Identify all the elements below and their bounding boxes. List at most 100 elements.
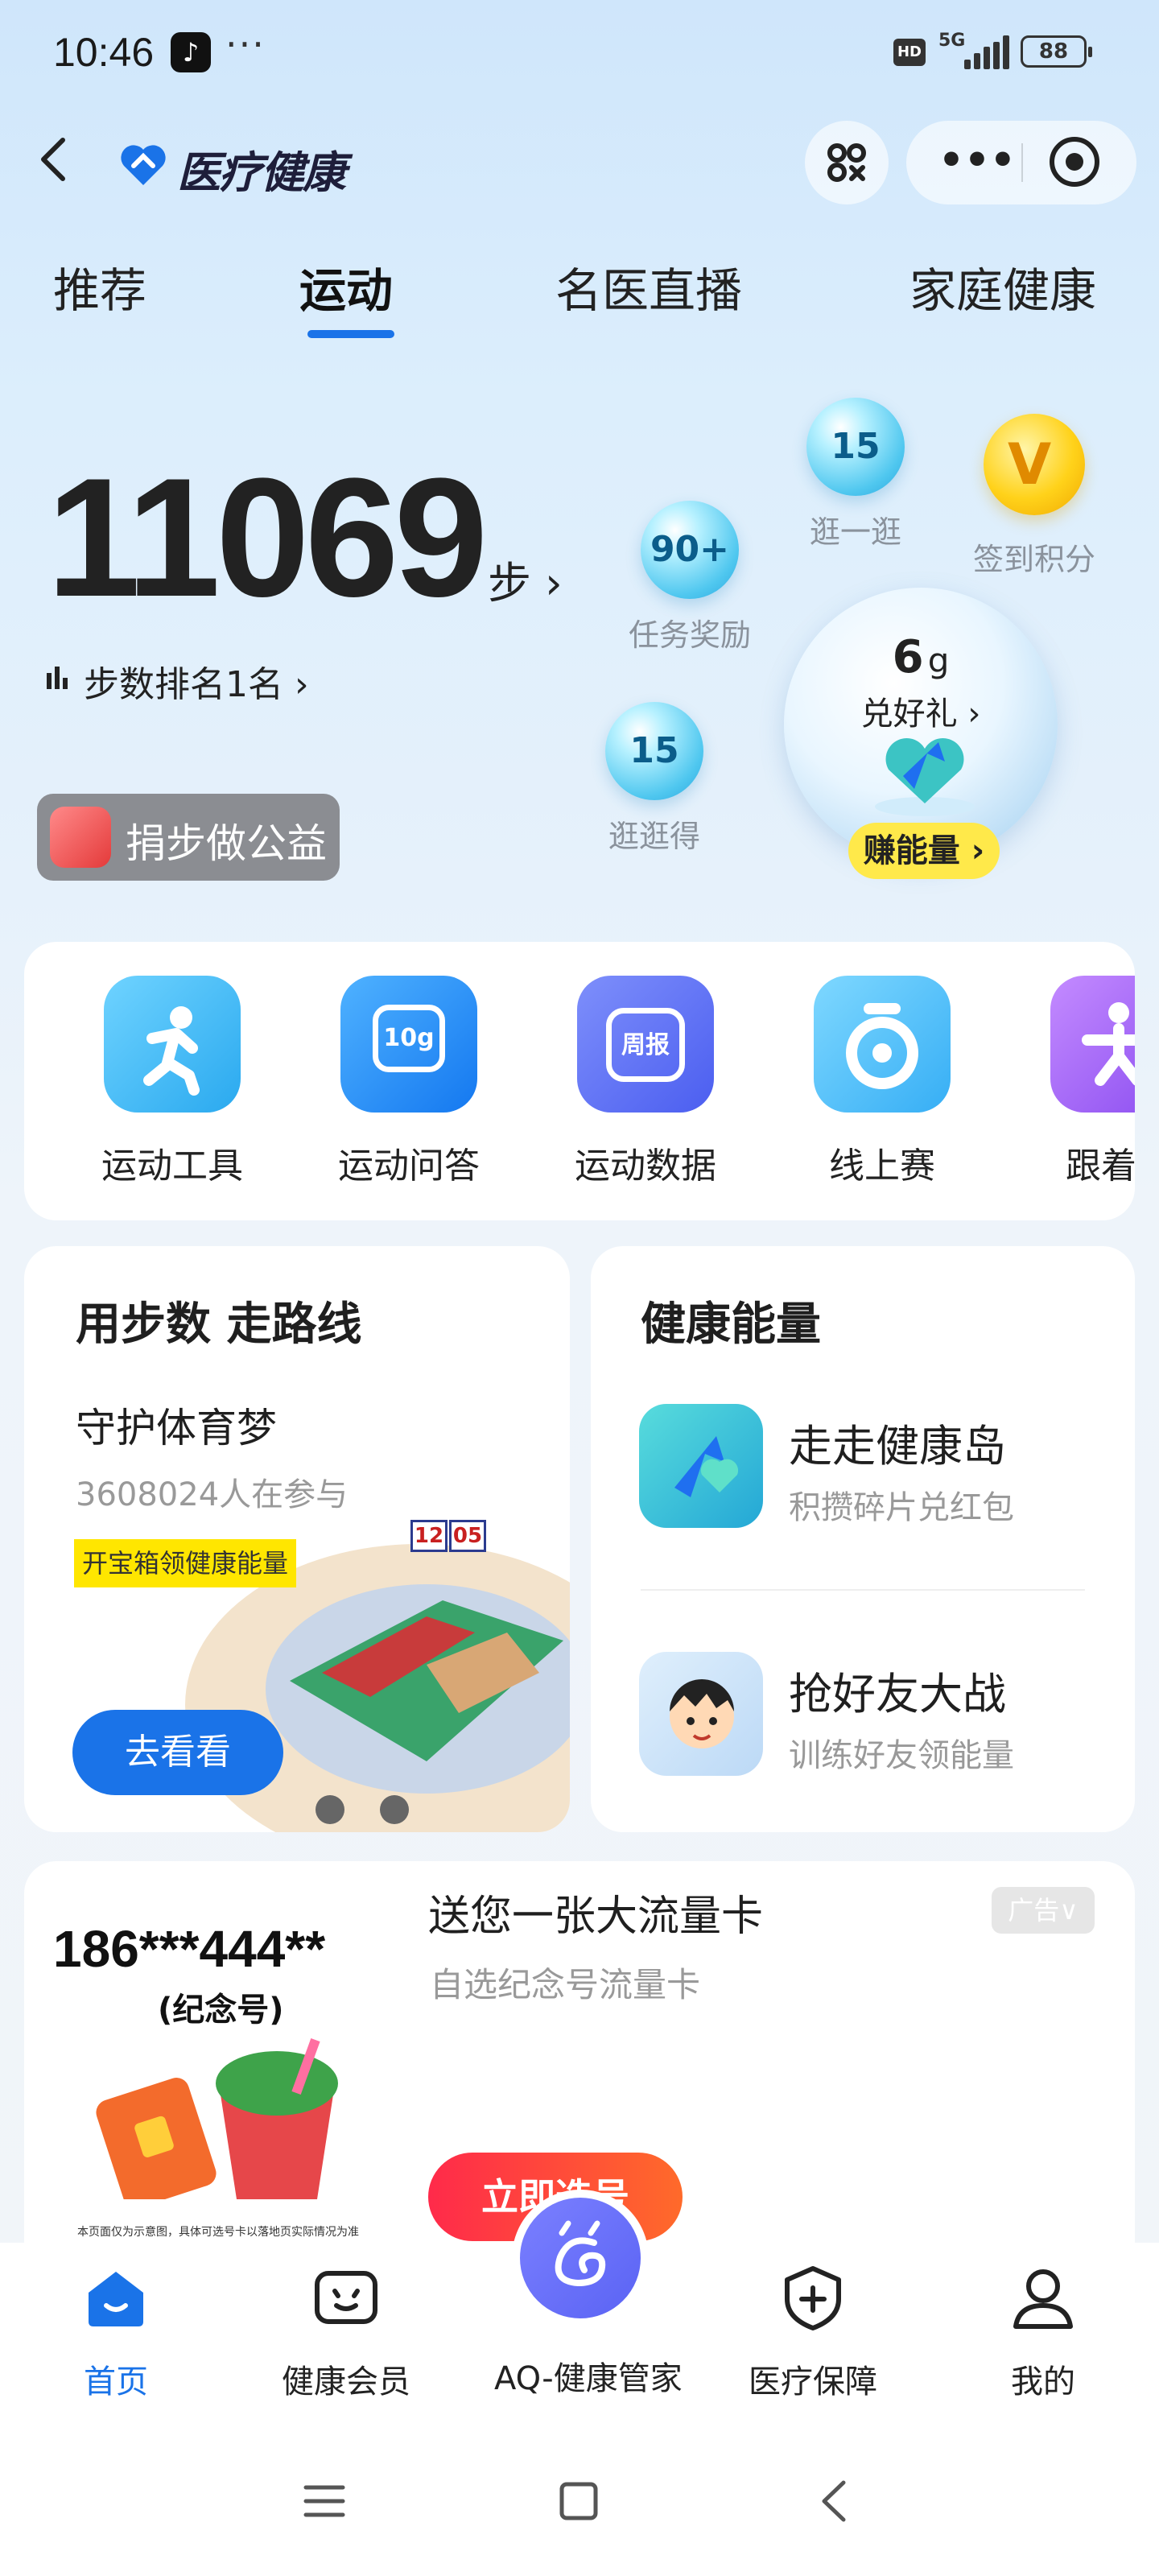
shield-plus-icon — [785, 2266, 841, 2330]
app-title: 医疗健康 — [177, 147, 346, 198]
treasure-tag: 开宝箱领健康能量 — [74, 1539, 297, 1587]
route-card-subtitle: 守护体育梦 — [76, 1405, 277, 1451]
gift-unit: g — [927, 641, 950, 680]
ad-number: 186***444** — [53, 1920, 326, 1978]
energy-card: 健康能量 走走健康岛 积攒碎片兑红包 抢好友大战 训练好友领能量 — [591, 1246, 1135, 1832]
10g-chat-icon: 10g — [340, 976, 477, 1113]
tool-sports-data[interactable]: 周报 运动数据 — [549, 976, 742, 1188]
v-coin-icon[interactable]: V — [984, 414, 1085, 515]
more-options-button[interactable]: ••• — [938, 137, 1016, 184]
nav-label: 我的 — [1011, 2363, 1075, 2401]
nav-home[interactable]: 首页 — [35, 2264, 196, 2402]
bubble-label: 逛逛得 — [608, 819, 700, 854]
ad-subtitle: 自选纪念号流量卡 — [430, 1965, 701, 2004]
nav-health-member[interactable]: 健康会员 — [266, 2264, 427, 2402]
scan-icon — [827, 143, 866, 182]
route-card-participants: 3608024人在参与 — [76, 1476, 349, 1513]
energy-item-title: 走走健康岛 — [789, 1421, 1006, 1472]
step-unit-label: 步 — [488, 558, 531, 609]
energy-item-desc: 积攒碎片兑红包 — [789, 1489, 1014, 1526]
battery-icon: 88 — [1021, 35, 1092, 68]
earn-energy-label: 赚能量 — [863, 832, 960, 869]
energy-card-title: 健康能量 — [641, 1298, 821, 1351]
nav-aq-assistant[interactable]: AQ-健康管家 — [494, 2264, 683, 2399]
ad-badge[interactable]: 广告∨ — [992, 1887, 1095, 1934]
tool-label: 跟着练 — [1066, 1146, 1135, 1187]
health-island-icon — [639, 1404, 763, 1528]
energy-item[interactable]: 走走健康岛 积攒碎片兑红包 — [639, 1404, 1090, 1533]
tool-sports-qa[interactable]: 10g 运动问答 — [312, 976, 505, 1188]
sim-card-drink-illustration — [96, 2038, 338, 2199]
divider — [641, 1589, 1085, 1591]
route-card-title: 用步数 走路线 — [76, 1298, 362, 1351]
gift-redeem: 兑好礼 › — [860, 696, 981, 733]
nav-medical-insurance[interactable]: 医疗保障 — [732, 2264, 893, 2402]
step-count[interactable]: 11069 — [47, 453, 488, 622]
ad-title: 送您一张大流量卡 — [428, 1893, 764, 1941]
tool-badge-10g: 10g — [373, 1005, 445, 1072]
tab-doctor-live[interactable]: 名医直播 — [555, 253, 742, 320]
menu-icon[interactable] — [303, 2479, 346, 2523]
tab-recommend[interactable]: 推荐 — [53, 253, 146, 320]
boy-avatar-icon — [639, 1652, 763, 1776]
member-face-icon — [315, 2271, 377, 2324]
earn-energy-button[interactable]: 赚能量 › — [848, 823, 1000, 879]
energy-item[interactable]: 抢好友大战 训练好友领能量 — [639, 1652, 1090, 1781]
back-icon[interactable] — [37, 135, 69, 184]
weekly-report-icon: 周报 — [577, 976, 714, 1113]
gift-redeem-label: 兑好礼 — [860, 696, 958, 733]
gift-bubble[interactable]: 6 g 兑好礼 › — [784, 588, 1058, 861]
donate-steps-button[interactable]: 捐步做公益 — [37, 794, 340, 881]
tool-follow-exercise[interactable]: 跟着练 — [1022, 976, 1135, 1188]
home-square-icon[interactable] — [557, 2479, 600, 2523]
reward-bubble[interactable]: 15 — [605, 702, 703, 800]
network-type: 5G — [938, 31, 966, 51]
energy-item-title: 抢好友大战 — [789, 1669, 1006, 1719]
medal-icon — [814, 976, 951, 1113]
hd-badge: HD — [893, 39, 926, 66]
reward-bubble[interactable]: 90+ — [641, 501, 739, 599]
tool-online-race[interactable]: 线上赛 — [786, 976, 979, 1188]
tool-label: 运动数据 — [575, 1146, 716, 1187]
step-rank-label: 步数排名1名 — [84, 664, 283, 705]
step-rank[interactable]: 步数排名1名 › — [84, 655, 309, 707]
checkin-points-label: 签到积分 — [972, 542, 1095, 577]
tool-badge-weekly: 周报 — [606, 1008, 685, 1082]
energy-item-desc: 训练好友领能量 — [789, 1737, 1014, 1774]
status-time: 10:46 — [53, 30, 155, 75]
ad-badge-label: 广告 — [1008, 1895, 1060, 1926]
mini-program-capsule: ••• — [906, 121, 1136, 204]
close-miniprogram-button[interactable] — [1050, 137, 1099, 187]
active-tab-indicator — [307, 330, 394, 338]
person-icon — [1013, 2269, 1073, 2329]
step-unit[interactable]: 步 › — [488, 547, 563, 611]
tool-label: 运动工具 — [101, 1146, 243, 1187]
nav-label: 健康会员 — [282, 2363, 410, 2401]
bubble-label: 任务奖励 — [628, 617, 751, 653]
tool-label: 线上赛 — [829, 1146, 935, 1187]
tab-sports[interactable]: 运动 — [299, 253, 393, 320]
tool-sports-tools[interactable]: 运动工具 — [76, 976, 269, 1188]
heart-logo-icon — [121, 145, 166, 185]
bar-chart-icon — [47, 667, 68, 689]
scan-button[interactable] — [805, 121, 889, 204]
ad-number-note: (纪念号) — [158, 1992, 284, 2029]
scoreboard-right: 05 — [449, 1520, 486, 1552]
back-triangle-icon[interactable] — [813, 2479, 856, 2523]
nav-label: 医疗保障 — [749, 2363, 877, 2401]
status-more-dots: ··· — [225, 23, 266, 66]
scoreboard-left: 12 — [410, 1520, 448, 1552]
quick-tools: 运动工具 10g 运动问答 周报 运动数据 线上赛 跟着练 — [24, 942, 1135, 1220]
signal-icon — [964, 35, 1013, 69]
go-see-button[interactable]: 去看看 — [72, 1710, 283, 1795]
nav-me[interactable]: 我的 — [963, 2264, 1124, 2402]
donate-label: 捐步做公益 — [126, 820, 327, 867]
tab-family-health[interactable]: 家庭健康 — [909, 253, 1096, 320]
gift-weight: 6 g — [784, 631, 1058, 683]
exercise-icon — [1050, 976, 1135, 1113]
tiktok-icon: ♪ — [171, 32, 211, 72]
running-person-icon — [104, 976, 241, 1113]
reward-bubble[interactable]: 15 — [806, 398, 905, 496]
nav-label: 首页 — [84, 2363, 148, 2401]
